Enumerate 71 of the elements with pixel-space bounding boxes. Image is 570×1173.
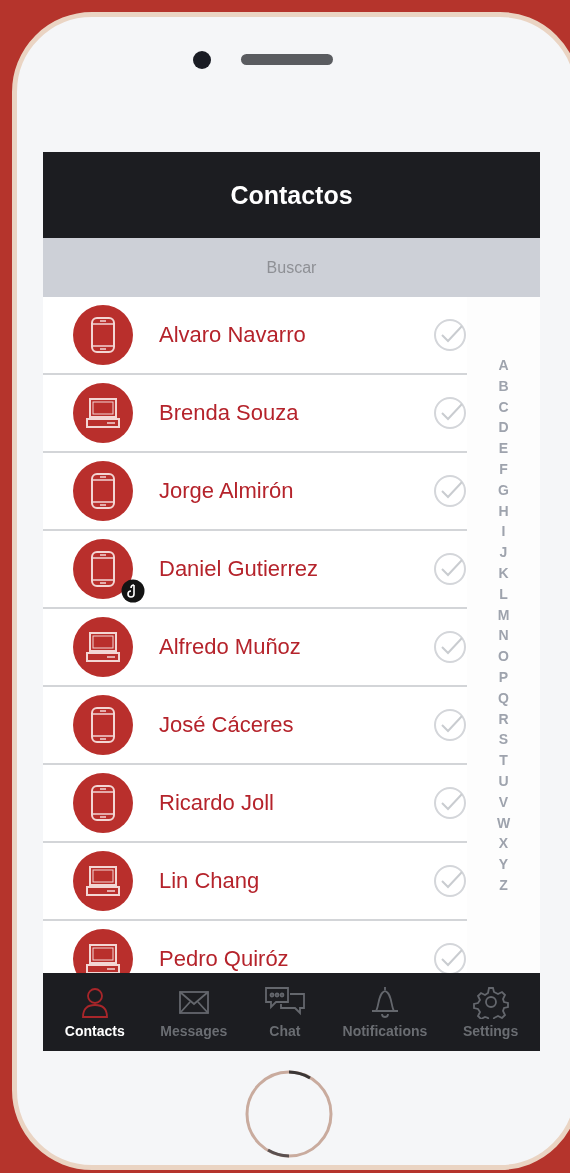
check-icon[interactable] [433, 318, 467, 352]
contact-row[interactable]: Alvaro Navarro [43, 297, 467, 375]
contact-name: Brenda Souza [159, 400, 300, 426]
contact-name: Lin Chang [159, 868, 261, 894]
index-letter[interactable]: R [498, 708, 509, 730]
index-letter[interactable]: H [498, 500, 509, 522]
index-letter[interactable]: T [499, 750, 508, 771]
index-letter[interactable]: P [498, 666, 509, 688]
index-letter[interactable]: A [498, 355, 509, 376]
contact-name: Jorge Almirón [159, 478, 295, 504]
check-icon[interactable] [433, 552, 467, 586]
check-icon[interactable] [433, 942, 467, 973]
index-letter[interactable]: U [498, 770, 509, 792]
phone-icon [90, 316, 116, 354]
contact-row[interactable]: José Cáceres [43, 687, 467, 765]
index-letter[interactable]: J [499, 542, 508, 563]
index-letter[interactable]: E [498, 438, 509, 459]
check-icon[interactable] [433, 708, 467, 742]
contact-row[interactable]: Ricardo Joll [43, 765, 467, 843]
index-letter[interactable]: I [501, 521, 506, 543]
laptop-icon [85, 397, 121, 429]
index-letter[interactable]: D [498, 417, 509, 439]
contact-name: Ricardo Joll [159, 790, 275, 816]
index-letter[interactable]: B [498, 375, 509, 397]
phone-icon [90, 550, 116, 588]
tab[interactable]: Messages [158, 979, 230, 1045]
contact-row[interactable]: Lin Chang [43, 843, 467, 921]
index-letter[interactable]: S [498, 729, 509, 751]
index-letter[interactable]: C [498, 396, 509, 418]
contact-name: Alfredo Muñoz [159, 634, 302, 660]
tab[interactable]: Settings [460, 979, 521, 1045]
phone-icon [90, 472, 116, 510]
tab[interactable]: Chat [260, 979, 309, 1045]
index-letter[interactable]: G [498, 479, 509, 501]
index-letter[interactable]: Z [499, 874, 508, 896]
check-icon[interactable] [433, 474, 467, 508]
index-letter[interactable]: F [499, 459, 508, 480]
index-letter[interactable]: Q [498, 687, 509, 709]
index-letter[interactable]: W [496, 812, 511, 834]
contact-name: Alvaro Navarro [159, 322, 307, 348]
laptop-icon [85, 943, 121, 973]
tab[interactable]: Notifications [340, 979, 430, 1045]
contact-row[interactable]: Brenda Souza [43, 375, 467, 453]
phone-icon [90, 706, 116, 744]
index-letter[interactable]: L [499, 583, 508, 605]
index-letter[interactable]: X [498, 833, 509, 855]
index-letter[interactable]: M [497, 604, 510, 626]
search-field[interactable]: Buscar [187, 254, 396, 281]
check-icon[interactable] [433, 864, 467, 898]
contact-row[interactable]: Daniel Gutierrez [43, 531, 467, 609]
contact-name: Daniel Gutierrez [159, 556, 319, 582]
index-letter[interactable]: K [498, 562, 509, 584]
speaker-icon [241, 54, 333, 65]
home-button[interactable] [244, 1069, 334, 1159]
phone-icon [90, 784, 116, 822]
contact-name: José Cáceres [159, 712, 295, 738]
screen-title: Contactos [230, 180, 353, 210]
tab[interactable]: Contacts [62, 979, 127, 1045]
contact-row[interactable]: Jorge Almirón [43, 453, 467, 531]
index-letter[interactable]: Y [498, 854, 509, 875]
camera-icon [193, 50, 211, 69]
laptop-icon [85, 865, 121, 897]
index-letter[interactable]: N [498, 625, 509, 647]
laptop-icon [85, 631, 121, 663]
check-icon[interactable] [433, 396, 467, 430]
contact-row[interactable]: Alfredo Muñoz [43, 609, 467, 687]
check-icon[interactable] [433, 630, 467, 664]
index-letter[interactable]: V [498, 791, 509, 813]
index-letter[interactable]: O [498, 646, 509, 667]
check-icon[interactable] [433, 786, 467, 820]
contact-name: Pedro Quiróz [159, 946, 290, 972]
